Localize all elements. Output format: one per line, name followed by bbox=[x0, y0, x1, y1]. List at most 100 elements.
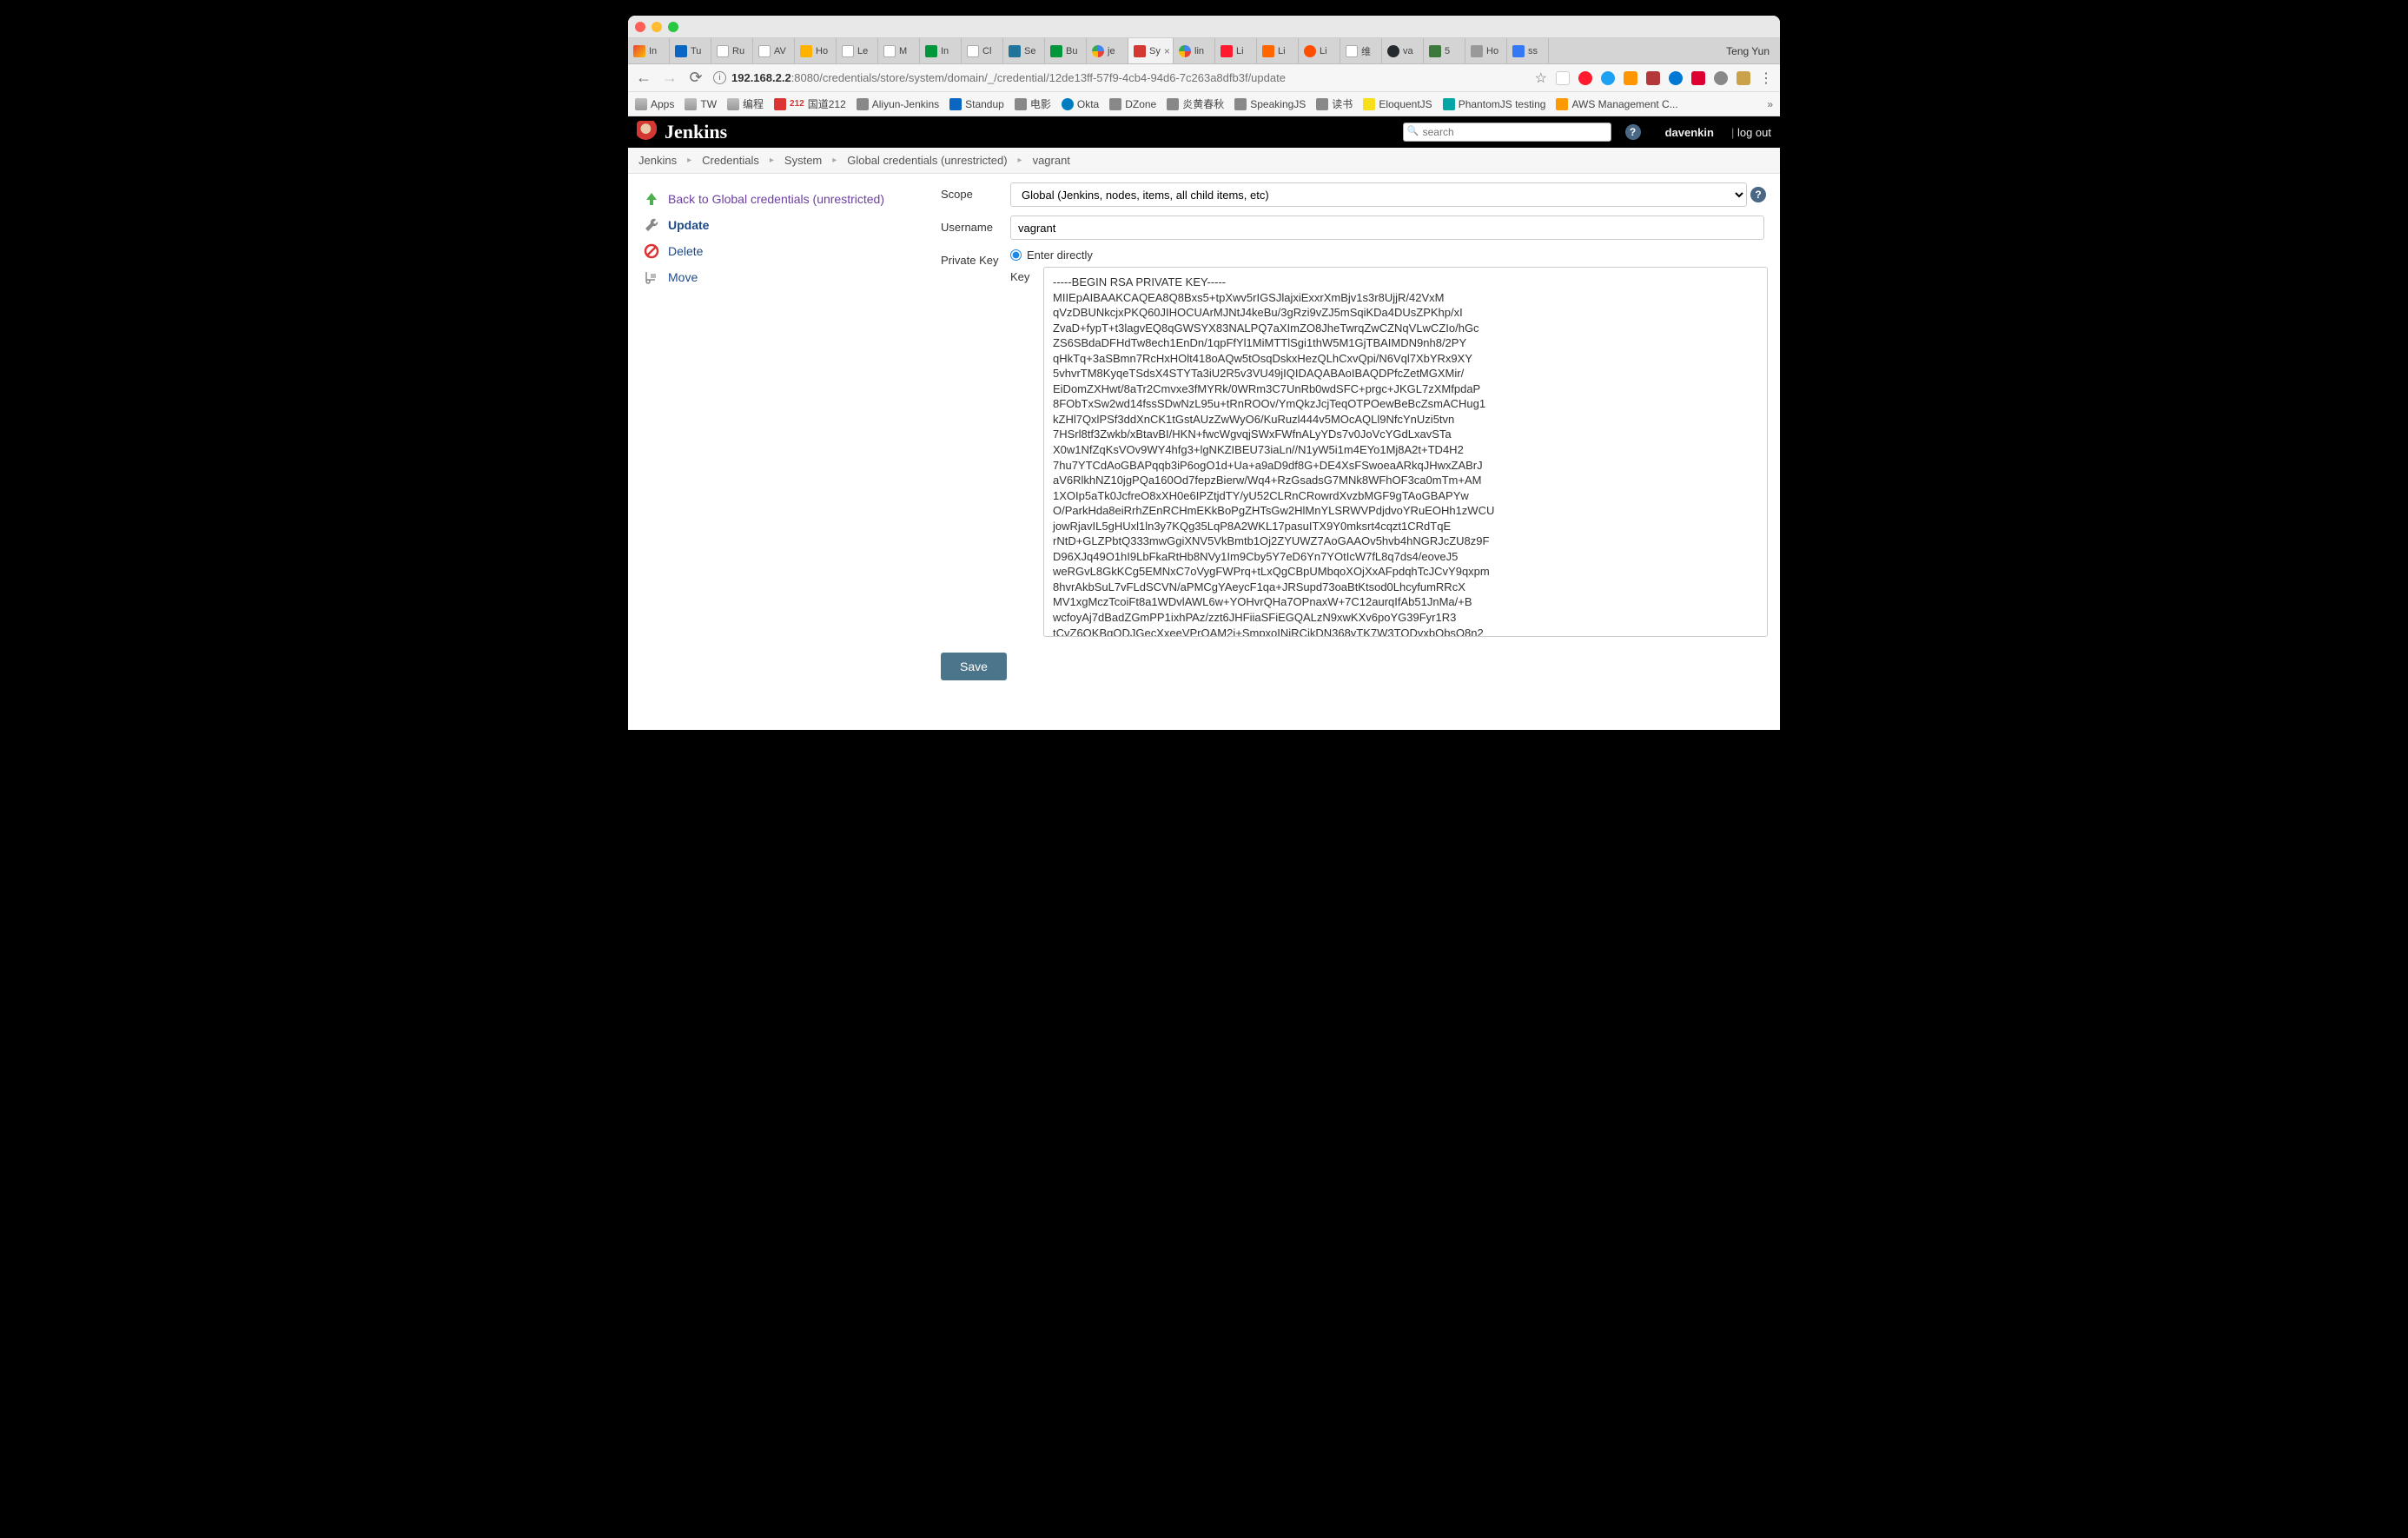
bookmark-label: Standup bbox=[965, 98, 1004, 110]
bookmark-item[interactable]: Aliyun-Jenkins bbox=[857, 98, 939, 110]
browser-tab[interactable]: In bbox=[628, 38, 670, 63]
browser-tab[interactable]: Cl bbox=[962, 38, 1003, 63]
help-icon[interactable]: ? bbox=[1625, 124, 1641, 140]
browser-tab[interactable]: Sy× bbox=[1128, 38, 1174, 63]
bookmark-item[interactable]: 编程 bbox=[727, 96, 764, 111]
browser-tab[interactable]: Bu bbox=[1045, 38, 1087, 63]
bookmark-item[interactable]: 读书 bbox=[1316, 96, 1353, 111]
tab-label: In bbox=[649, 46, 657, 56]
bookmark-icon bbox=[857, 98, 869, 110]
browser-tab[interactable]: Li bbox=[1299, 38, 1340, 63]
browser-tab[interactable]: M bbox=[878, 38, 920, 63]
browser-tab[interactable]: lin bbox=[1174, 38, 1215, 63]
favicon-icon bbox=[883, 45, 896, 57]
browser-menu-icon[interactable]: ⋮ bbox=[1759, 70, 1773, 87]
bookmark-label: 炎黄春秋 bbox=[1182, 96, 1224, 111]
search-input[interactable] bbox=[1403, 123, 1611, 142]
ext-icon-4[interactable] bbox=[1624, 71, 1637, 85]
browser-tab[interactable]: 维 bbox=[1340, 38, 1382, 63]
breadcrumb-link[interactable]: Global credentials (unrestricted) bbox=[847, 154, 1007, 167]
window-close-icon[interactable] bbox=[635, 22, 645, 32]
scope-select[interactable]: Global (Jenkins, nodes, items, all child… bbox=[1010, 182, 1747, 207]
browser-tab[interactable]: AV bbox=[753, 38, 795, 63]
bookmark-item[interactable]: 炎黄春秋 bbox=[1167, 96, 1224, 111]
sidebar-item[interactable]: Move bbox=[644, 264, 925, 290]
browser-tab[interactable]: Ho bbox=[1465, 38, 1507, 63]
browser-tab[interactable]: Li bbox=[1257, 38, 1299, 63]
forward-button[interactable]: → bbox=[661, 69, 678, 87]
ext-icon-6[interactable] bbox=[1669, 71, 1683, 85]
username-input[interactable] bbox=[1010, 215, 1764, 240]
ext-icon-8[interactable] bbox=[1714, 71, 1728, 85]
browser-profile[interactable]: Teng Yun bbox=[1716, 38, 1780, 63]
save-button[interactable]: Save bbox=[941, 653, 1007, 680]
ext-icon-1[interactable] bbox=[1556, 71, 1570, 85]
jenkins-logo[interactable]: Jenkins bbox=[637, 121, 727, 143]
sidebar-item[interactable]: Back to Global credentials (unrestricted… bbox=[644, 186, 925, 212]
bookmark-item[interactable]: EloquentJS bbox=[1363, 98, 1432, 110]
wrench-icon bbox=[644, 217, 659, 233]
breadcrumb-link[interactable]: System bbox=[784, 154, 822, 167]
back-button[interactable]: ← bbox=[635, 69, 652, 87]
bookmark-label: Apps bbox=[651, 98, 674, 110]
browser-tab[interactable]: 5 bbox=[1424, 38, 1465, 63]
address-bar[interactable]: i 192.168.2.2:8080/credentials/store/sys… bbox=[713, 71, 1526, 84]
enter-directly-radio[interactable] bbox=[1010, 249, 1022, 261]
bookmark-item[interactable]: Apps bbox=[635, 98, 674, 110]
window-minimize-icon[interactable] bbox=[652, 22, 662, 32]
bookmark-item[interactable]: Okta bbox=[1062, 98, 1099, 110]
sidebar-item[interactable]: Delete bbox=[644, 238, 925, 264]
ext-icon-opera[interactable] bbox=[1578, 71, 1592, 85]
browser-tab[interactable]: Le bbox=[837, 38, 878, 63]
breadcrumb-separator-icon: ▸ bbox=[832, 156, 837, 165]
bookmark-item[interactable]: AWS Management C... bbox=[1556, 98, 1677, 110]
browser-tab[interactable]: Tu bbox=[670, 38, 711, 63]
ext-icon-9[interactable] bbox=[1737, 71, 1750, 85]
tab-label: Ru bbox=[732, 46, 744, 56]
bookmark-star-icon[interactable]: ☆ bbox=[1535, 70, 1547, 87]
header-user-link[interactable]: davenkin bbox=[1665, 126, 1714, 139]
scope-help-icon[interactable]: ? bbox=[1750, 187, 1766, 202]
browser-tab[interactable]: Ho bbox=[795, 38, 837, 63]
favicon-icon bbox=[1304, 45, 1316, 57]
browser-tab[interactable]: je bbox=[1087, 38, 1128, 63]
bookmark-item[interactable]: 212国道212 bbox=[774, 96, 846, 111]
tab-label: Li bbox=[1236, 46, 1244, 56]
ext-icon-5[interactable] bbox=[1646, 71, 1660, 85]
reload-button[interactable]: ⟳ bbox=[687, 69, 705, 87]
bookmark-item[interactable]: PhantomJS testing bbox=[1443, 98, 1546, 110]
bookmark-item[interactable]: 电影 bbox=[1015, 96, 1051, 111]
browser-tab[interactable]: Li bbox=[1215, 38, 1257, 63]
bookmarks-overflow-icon[interactable]: » bbox=[1767, 98, 1773, 110]
favicon-icon bbox=[1009, 45, 1021, 57]
breadcrumb-link[interactable]: Jenkins bbox=[638, 154, 677, 167]
favicon-icon bbox=[758, 45, 771, 57]
browser-tab[interactable]: va bbox=[1382, 38, 1424, 63]
tab-label: lin bbox=[1194, 46, 1204, 56]
ext-icon-3[interactable] bbox=[1601, 71, 1615, 85]
bookmark-item[interactable]: SpeakingJS bbox=[1234, 98, 1306, 110]
sidebar-item[interactable]: Update bbox=[644, 212, 925, 238]
bookmark-item[interactable]: DZone bbox=[1109, 98, 1156, 110]
window-zoom-icon[interactable] bbox=[668, 22, 678, 32]
tab-close-icon[interactable]: × bbox=[1164, 45, 1170, 57]
browser-tabbar: InTuRuAVHoLeMInClSeBujeSy×linLiLiLi维va5H… bbox=[628, 38, 1780, 64]
bookmark-item[interactable]: TW bbox=[685, 98, 717, 110]
bookmark-icon bbox=[635, 98, 647, 110]
key-textarea[interactable]: -----BEGIN RSA PRIVATE KEY----- MIIEpAIB… bbox=[1043, 267, 1768, 637]
bookmark-icon bbox=[1062, 98, 1074, 110]
breadcrumb-link[interactable]: Credentials bbox=[702, 154, 759, 167]
logout-link[interactable]: log out bbox=[1731, 126, 1771, 139]
bookmark-icon bbox=[1443, 98, 1455, 110]
breadcrumb-link[interactable]: vagrant bbox=[1033, 154, 1070, 167]
browser-tab[interactable]: ss bbox=[1507, 38, 1549, 63]
bookmark-item[interactable]: Standup bbox=[949, 98, 1004, 110]
ext-icon-angular[interactable] bbox=[1691, 71, 1705, 85]
bookmark-label: TW bbox=[700, 98, 717, 110]
favicon-icon bbox=[1346, 45, 1358, 57]
browser-tab[interactable]: Ru bbox=[711, 38, 753, 63]
browser-tab[interactable]: In bbox=[920, 38, 962, 63]
site-info-icon[interactable]: i bbox=[713, 71, 726, 84]
browser-tab[interactable]: Se bbox=[1003, 38, 1045, 63]
tab-label: Tu bbox=[691, 46, 701, 56]
